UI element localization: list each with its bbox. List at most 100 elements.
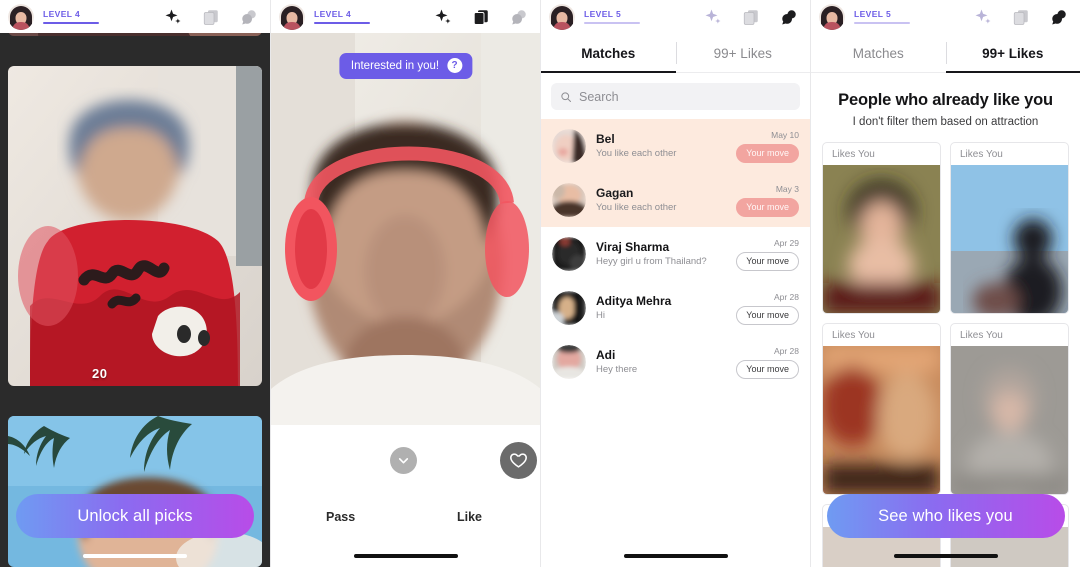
match-name: Gagan [596,186,634,201]
likes-tabbar: Matches 99+ Likes [811,33,1080,73]
pass-button[interactable] [390,447,417,474]
tab-matches[interactable]: Matches [811,33,946,73]
avatar[interactable] [819,3,845,30]
profile-photo[interactable] [271,33,540,425]
tab-likes[interactable]: 99+ Likes [676,33,811,73]
likes-you-label: Likes You [832,149,875,160]
pick-photo-next[interactable] [8,416,262,567]
chat-bubble-icon[interactable] [240,8,258,26]
status-badge[interactable]: Your move [736,197,799,217]
avatar [552,345,586,379]
like-button[interactable] [500,442,537,479]
match-meta: Apr 28 Your move [736,346,799,379]
interested-in-you-label: Interested in you! [350,59,440,72]
likes-you-label: Likes You [960,149,1003,160]
chat-bubble-icon[interactable] [1050,8,1068,26]
match-date: Apr 29 [773,237,799,248]
table-row[interactable]: Viraj Sharma Heyy girl u from Thailand? … [541,227,810,281]
search-input[interactable]: Search [551,83,800,110]
stacked-cards-icon[interactable] [202,8,220,26]
likes-you-label: Likes You [832,330,875,341]
avatar[interactable] [549,3,575,30]
match-preview: Hi [596,310,605,322]
level-indicator: LEVEL 4 [43,9,99,25]
avatar-image [549,3,575,30]
avatar[interactable] [8,3,34,30]
match-text: Adi Hey there [596,347,726,377]
help-icon[interactable]: ? [447,58,463,73]
status-badge[interactable]: Your move [736,359,799,379]
match-date: May 10 [771,129,799,140]
stacked-cards-icon[interactable] [472,8,490,26]
blurred-photo [951,165,1068,313]
match-name: Bel [596,132,615,147]
level-label: LEVEL 4 [43,8,81,19]
status-badge[interactable]: Your move [736,143,799,163]
table-row[interactable]: Adi Hey there Apr 28 Your move [541,335,810,389]
status-badge[interactable]: Your move [736,251,799,271]
chevron-down-icon [398,458,409,464]
pick-photo-main[interactable] [8,66,262,386]
match-meta: Apr 29 Your move [736,238,799,271]
like-label: Like [457,510,483,524]
chat-bubble-icon[interactable] [510,8,528,26]
stacked-cards-icon[interactable] [1012,8,1030,26]
table-row[interactable]: Aditya Mehra Hi Apr 28 Your move [541,281,810,335]
avatar[interactable] [279,3,305,30]
match-name: Adi [596,348,616,363]
screen-picks: LEVEL 4 20 Unlock all picks [0,0,270,567]
sparkle-icon[interactable] [704,8,722,26]
avatar-image [8,3,34,30]
screen-profile: LEVEL 4 Interested in you! ? Pass Like [270,0,540,567]
pass-label: Pass [326,510,356,524]
tab-active-underline [946,70,1080,73]
pick-photo-main-image [8,66,262,386]
search-icon [561,91,571,102]
table-row[interactable]: Bel You like each other May 10 Your move [541,119,810,173]
likes-you-label: Likes You [960,330,1003,341]
tab-matches-label: Matches [581,45,636,61]
list-item[interactable]: Likes You [950,142,1069,314]
list-item[interactable]: Likes You [822,142,941,314]
screenshot-root: LEVEL 4 20 Unlock all picks LEVEL 4 Inte… [0,0,1080,567]
unlock-all-picks-button[interactable]: Unlock all picks [16,494,254,538]
home-indicator [83,554,187,558]
match-name: Aditya Mehra [596,294,672,309]
match-preview: You like each other [596,202,677,214]
match-meta: May 3 Your move [736,184,799,217]
sparkle-icon[interactable] [164,8,182,26]
match-date: May 3 [775,183,799,194]
see-who-likes-you-button[interactable]: See who likes you [826,494,1065,538]
interested-in-you-badge[interactable]: Interested in you! ? [338,53,473,79]
home-indicator [623,554,728,558]
list-item[interactable]: Likes You [822,323,941,495]
list-item[interactable]: Likes You [950,323,1069,495]
level-indicator: LEVEL 5 [584,9,640,25]
avatar [552,291,586,325]
tab-likes[interactable]: 99+ Likes [946,33,1080,73]
blurred-photo [951,346,1068,494]
match-text: Viraj Sharma Heyy girl u from Thailand? [596,239,726,269]
sparkle-icon[interactable] [434,8,452,26]
top-icon-group [164,8,258,26]
status-badge[interactable]: Your move [736,305,799,325]
tab-likes-label: 99+ Likes [713,45,772,61]
search-placeholder: Search [579,89,619,104]
stacked-cards-icon[interactable] [742,8,760,26]
home-indicator [353,554,458,558]
profile-action-row [271,442,540,483]
chat-bubble-icon[interactable] [780,8,798,26]
level-progress-bar [43,21,99,25]
match-meta: Apr 28 Your move [736,292,799,325]
tab-matches[interactable]: Matches [541,33,676,73]
home-indicator [893,554,998,558]
profile-photo-image [271,33,540,425]
pick-photo-number: 20 [92,366,108,381]
tab-likes-label: 99+ Likes [982,45,1044,61]
table-row[interactable]: Gagan You like each other May 3 Your mov… [541,173,810,227]
level-progress-bar [314,21,370,25]
level-indicator: LEVEL 5 [854,9,910,25]
avatar-image [279,3,305,30]
sparkle-icon[interactable] [974,8,992,26]
avatar-image [552,129,586,163]
